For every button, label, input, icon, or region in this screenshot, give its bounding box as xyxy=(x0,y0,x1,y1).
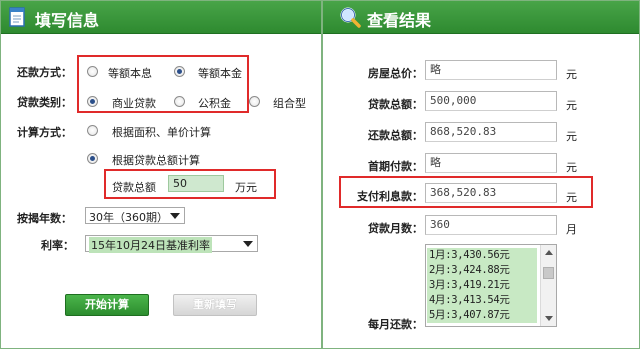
repayment-method-label: 还款方式： xyxy=(17,66,72,79)
radio-by-loan-total[interactable] xyxy=(87,153,98,164)
result-label-down-payment: 首期付款： xyxy=(368,160,423,173)
interest-rate-value: 15年10月24日基准利率 xyxy=(89,237,212,253)
radio-by-loan-total-label: 根据贷款总额计算 xyxy=(112,154,200,167)
result-panel-header: 查看结果 xyxy=(323,1,639,34)
result-unit-repay-total: 元 xyxy=(566,130,577,143)
list-item[interactable]: 1月:3,430.56元 xyxy=(427,248,537,263)
result-label-house-total: 房屋总价： xyxy=(368,67,423,80)
list-item[interactable]: 4月:3,413.54元 xyxy=(427,293,537,308)
start-calculate-button[interactable]: 开始计算 xyxy=(65,294,149,316)
magnifier-search-icon xyxy=(339,6,361,31)
result-repay-total: 868,520.83 xyxy=(425,122,557,142)
list-item[interactable]: 2月:3,424.88元 xyxy=(427,263,537,278)
result-unit-house-total: 元 xyxy=(566,68,577,81)
result-loan-months: 360 xyxy=(425,215,557,235)
radio-by-area-price[interactable] xyxy=(87,125,98,136)
mortgage-years-value: 30年（360期） xyxy=(89,211,168,224)
result-house-total: 略 xyxy=(425,60,557,80)
mortgage-years-label: 按揭年数： xyxy=(17,212,72,225)
monthly-payment-list[interactable]: 1月:3,430.56元 2月:3,424.88元 3月:3,419.21元 4… xyxy=(425,244,557,327)
result-down-payment: 略 xyxy=(425,153,557,173)
radio-combined-loan[interactable] xyxy=(249,96,260,107)
result-unit-loan-months: 月 xyxy=(566,223,577,236)
scroll-thumb[interactable] xyxy=(543,267,554,279)
form-document-icon xyxy=(9,7,27,30)
result-loan-total: 500,000 xyxy=(425,91,557,111)
result-unit-loan-total: 元 xyxy=(566,99,577,112)
reset-button[interactable]: 重新填写 xyxy=(173,294,257,316)
monthly-payment-label: 每月还款： xyxy=(368,318,423,331)
result-panel-title: 查看结果 xyxy=(367,11,432,30)
interest-rate-label: 利率： xyxy=(41,239,74,252)
chevron-down-icon xyxy=(243,241,253,247)
result-label-loan-months: 贷款月数： xyxy=(368,222,423,235)
list-item[interactable]: 5月:3,407.87元 xyxy=(427,308,537,323)
radio-by-area-price-label: 根据面积、单价计算 xyxy=(112,126,211,139)
highlight-box-interest-paid xyxy=(339,176,593,208)
calc-method-label: 计算方式： xyxy=(17,126,72,139)
result-label-repay-total: 还款总额： xyxy=(368,129,423,142)
mortgage-years-select[interactable]: 30年（360期） xyxy=(85,207,185,224)
radio-combined-loan-label: 组合型 xyxy=(273,97,306,110)
list-item[interactable]: 3月:3,419.21元 xyxy=(427,278,537,293)
loan-type-label: 贷款类别： xyxy=(17,96,72,109)
scroll-down-icon[interactable] xyxy=(545,316,553,321)
highlight-box-options xyxy=(77,55,249,113)
chevron-down-icon xyxy=(170,213,180,219)
highlight-box-loan-total xyxy=(104,169,276,199)
scroll-up-icon[interactable] xyxy=(545,250,553,255)
monthly-payment-items: 1月:3,430.56元 2月:3,424.88元 3月:3,419.21元 4… xyxy=(427,248,537,323)
interest-rate-select[interactable]: 15年10月24日基准利率 xyxy=(85,235,258,253)
list-scrollbar[interactable] xyxy=(540,245,556,326)
input-panel-title: 填写信息 xyxy=(35,11,100,30)
input-panel-header: 填写信息 xyxy=(1,1,321,34)
result-unit-down-payment: 元 xyxy=(566,161,577,174)
result-label-loan-total: 贷款总额： xyxy=(368,98,423,111)
